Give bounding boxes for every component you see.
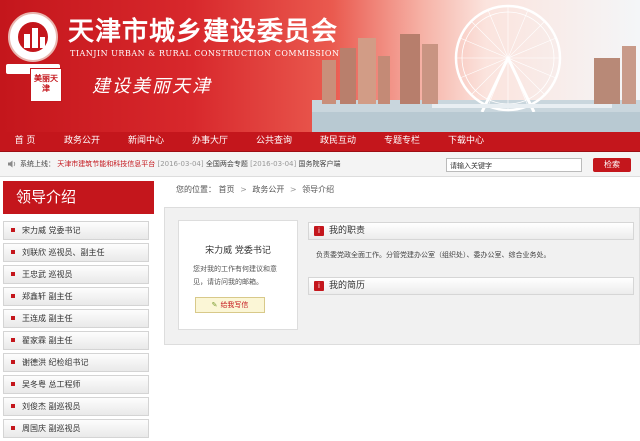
main-nav: 首 页 政务公开 新闻中心 办事大厅 公共查询 政民互动 专题专栏 下载中心 xyxy=(0,132,640,152)
resume-title: 我的简历 xyxy=(329,281,366,291)
breadcrumb-separator: > xyxy=(289,185,297,194)
sidebar-title: 领导介绍 xyxy=(3,181,154,214)
breadcrumb-separator: > xyxy=(240,185,247,194)
commission-logo[interactable] xyxy=(8,12,58,62)
nav-government-affairs[interactable]: 政务公开 xyxy=(50,132,114,151)
notice-ticker: 系统上线： 天津市建筑节能和科技信息平台 [2016-03-04] 全国两会专题… xyxy=(20,159,340,169)
nav-home[interactable]: 首 页 xyxy=(0,132,50,151)
slogan: 建设美丽天津 xyxy=(92,76,212,97)
notice-date: [2016-03-04] xyxy=(250,160,297,168)
nav-special-topics[interactable]: 专题专栏 xyxy=(370,132,434,151)
nav-public-query[interactable]: 公共查询 xyxy=(242,132,306,151)
site-title: 天津市城乡建设委员会 xyxy=(68,17,339,47)
notice-link[interactable]: 国务院客户端 xyxy=(298,160,340,168)
search-input[interactable]: 请输入关键字 xyxy=(446,158,582,172)
breadcrumb-home[interactable]: 首页 xyxy=(219,185,235,194)
search-button[interactable]: 检索 xyxy=(593,158,631,172)
resume-section-header[interactable]: i 我的简历 xyxy=(308,277,634,295)
breadcrumb: 您的位置： 首页 > 政务公开 > 领导介绍 xyxy=(176,184,334,195)
breadcrumb-current: 领导介绍 xyxy=(302,185,335,194)
nav-interaction[interactable]: 政民互动 xyxy=(306,132,370,151)
sidebar-item-leader[interactable]: 刘俊杰 副巡视员 xyxy=(3,397,149,416)
beautiful-tianjin-seal: 美丽天津 xyxy=(30,68,62,102)
breadcrumb-affairs[interactable]: 政务公开 xyxy=(252,185,284,194)
nav-service-hall[interactable]: 办事大厅 xyxy=(178,132,242,151)
info-icon: i xyxy=(314,281,324,291)
leader-profile-card: 宋力威 党委书记 您对我的工作有何建议和意见，请访问我的邮箱。 ✎ 给我写信 xyxy=(178,220,298,330)
sidebar-item-leader[interactable]: 谢德洪 纪检组书记 xyxy=(3,353,149,372)
duty-text: 负责委党政全面工作。分管党建办公室（组织处）、委办公室、综合业务处。 xyxy=(316,251,551,259)
sidebar-item-leader[interactable]: 刘联欣 巡视员、副主任 xyxy=(3,243,149,262)
sidebar-item-leader[interactable]: 翟家霖 副主任 xyxy=(3,331,149,350)
header-banner: 天津市城乡建设委员会 TIANJIN URBAN & RURAL CONSTRU… xyxy=(0,0,640,132)
info-icon: i xyxy=(314,226,324,236)
write-letter-button[interactable]: ✎ 给我写信 xyxy=(195,297,265,313)
nav-news-center[interactable]: 新闻中心 xyxy=(114,132,178,151)
sidebar-item-leader[interactable]: 吴冬粤 总工程师 xyxy=(3,375,149,394)
notice-link[interactable]: 天津市建筑节能和科技信息平台 xyxy=(57,160,155,168)
leader-list: 宋力威 党委书记 刘联欣 巡视员、副主任 王忠武 巡视员 郑鑫轩 副主任 王连成… xyxy=(3,221,149,441)
speaker-icon xyxy=(8,160,16,168)
sidebar-item-leader[interactable]: 周国庆 副巡视员 xyxy=(3,419,149,438)
cityscape-ferris-wheel-image xyxy=(312,4,640,132)
sidebar-item-leader[interactable]: 宋力威 党委书记 xyxy=(3,221,149,240)
nav-download-center[interactable]: 下载中心 xyxy=(434,132,498,151)
leader-mail-hint: 您对我的工作有何建议和意见，请访问我的邮箱。 xyxy=(193,265,277,286)
breadcrumb-label: 您的位置： xyxy=(176,185,216,194)
notice-link[interactable]: 全国两会专题 xyxy=(206,160,248,168)
sidebar-item-leader[interactable]: 王忠武 巡视员 xyxy=(3,265,149,284)
notice-date: [2016-03-04] xyxy=(157,160,204,168)
write-letter-label: 给我写信 xyxy=(220,301,249,309)
site-title-en: TIANJIN URBAN & RURAL CONSTRUCTION COMMI… xyxy=(70,49,340,58)
sidebar-item-leader[interactable]: 王连成 副主任 xyxy=(3,309,149,328)
leader-name: 宋力威 党委书记 xyxy=(205,246,271,256)
sidebar-item-leader[interactable]: 郑鑫轩 副主任 xyxy=(3,287,149,306)
pen-icon: ✎ xyxy=(211,301,218,309)
duty-section-header: i 我的职责 xyxy=(308,222,634,240)
notice-prefix: 系统上线： xyxy=(20,160,55,168)
duty-title: 我的职责 xyxy=(329,226,366,236)
